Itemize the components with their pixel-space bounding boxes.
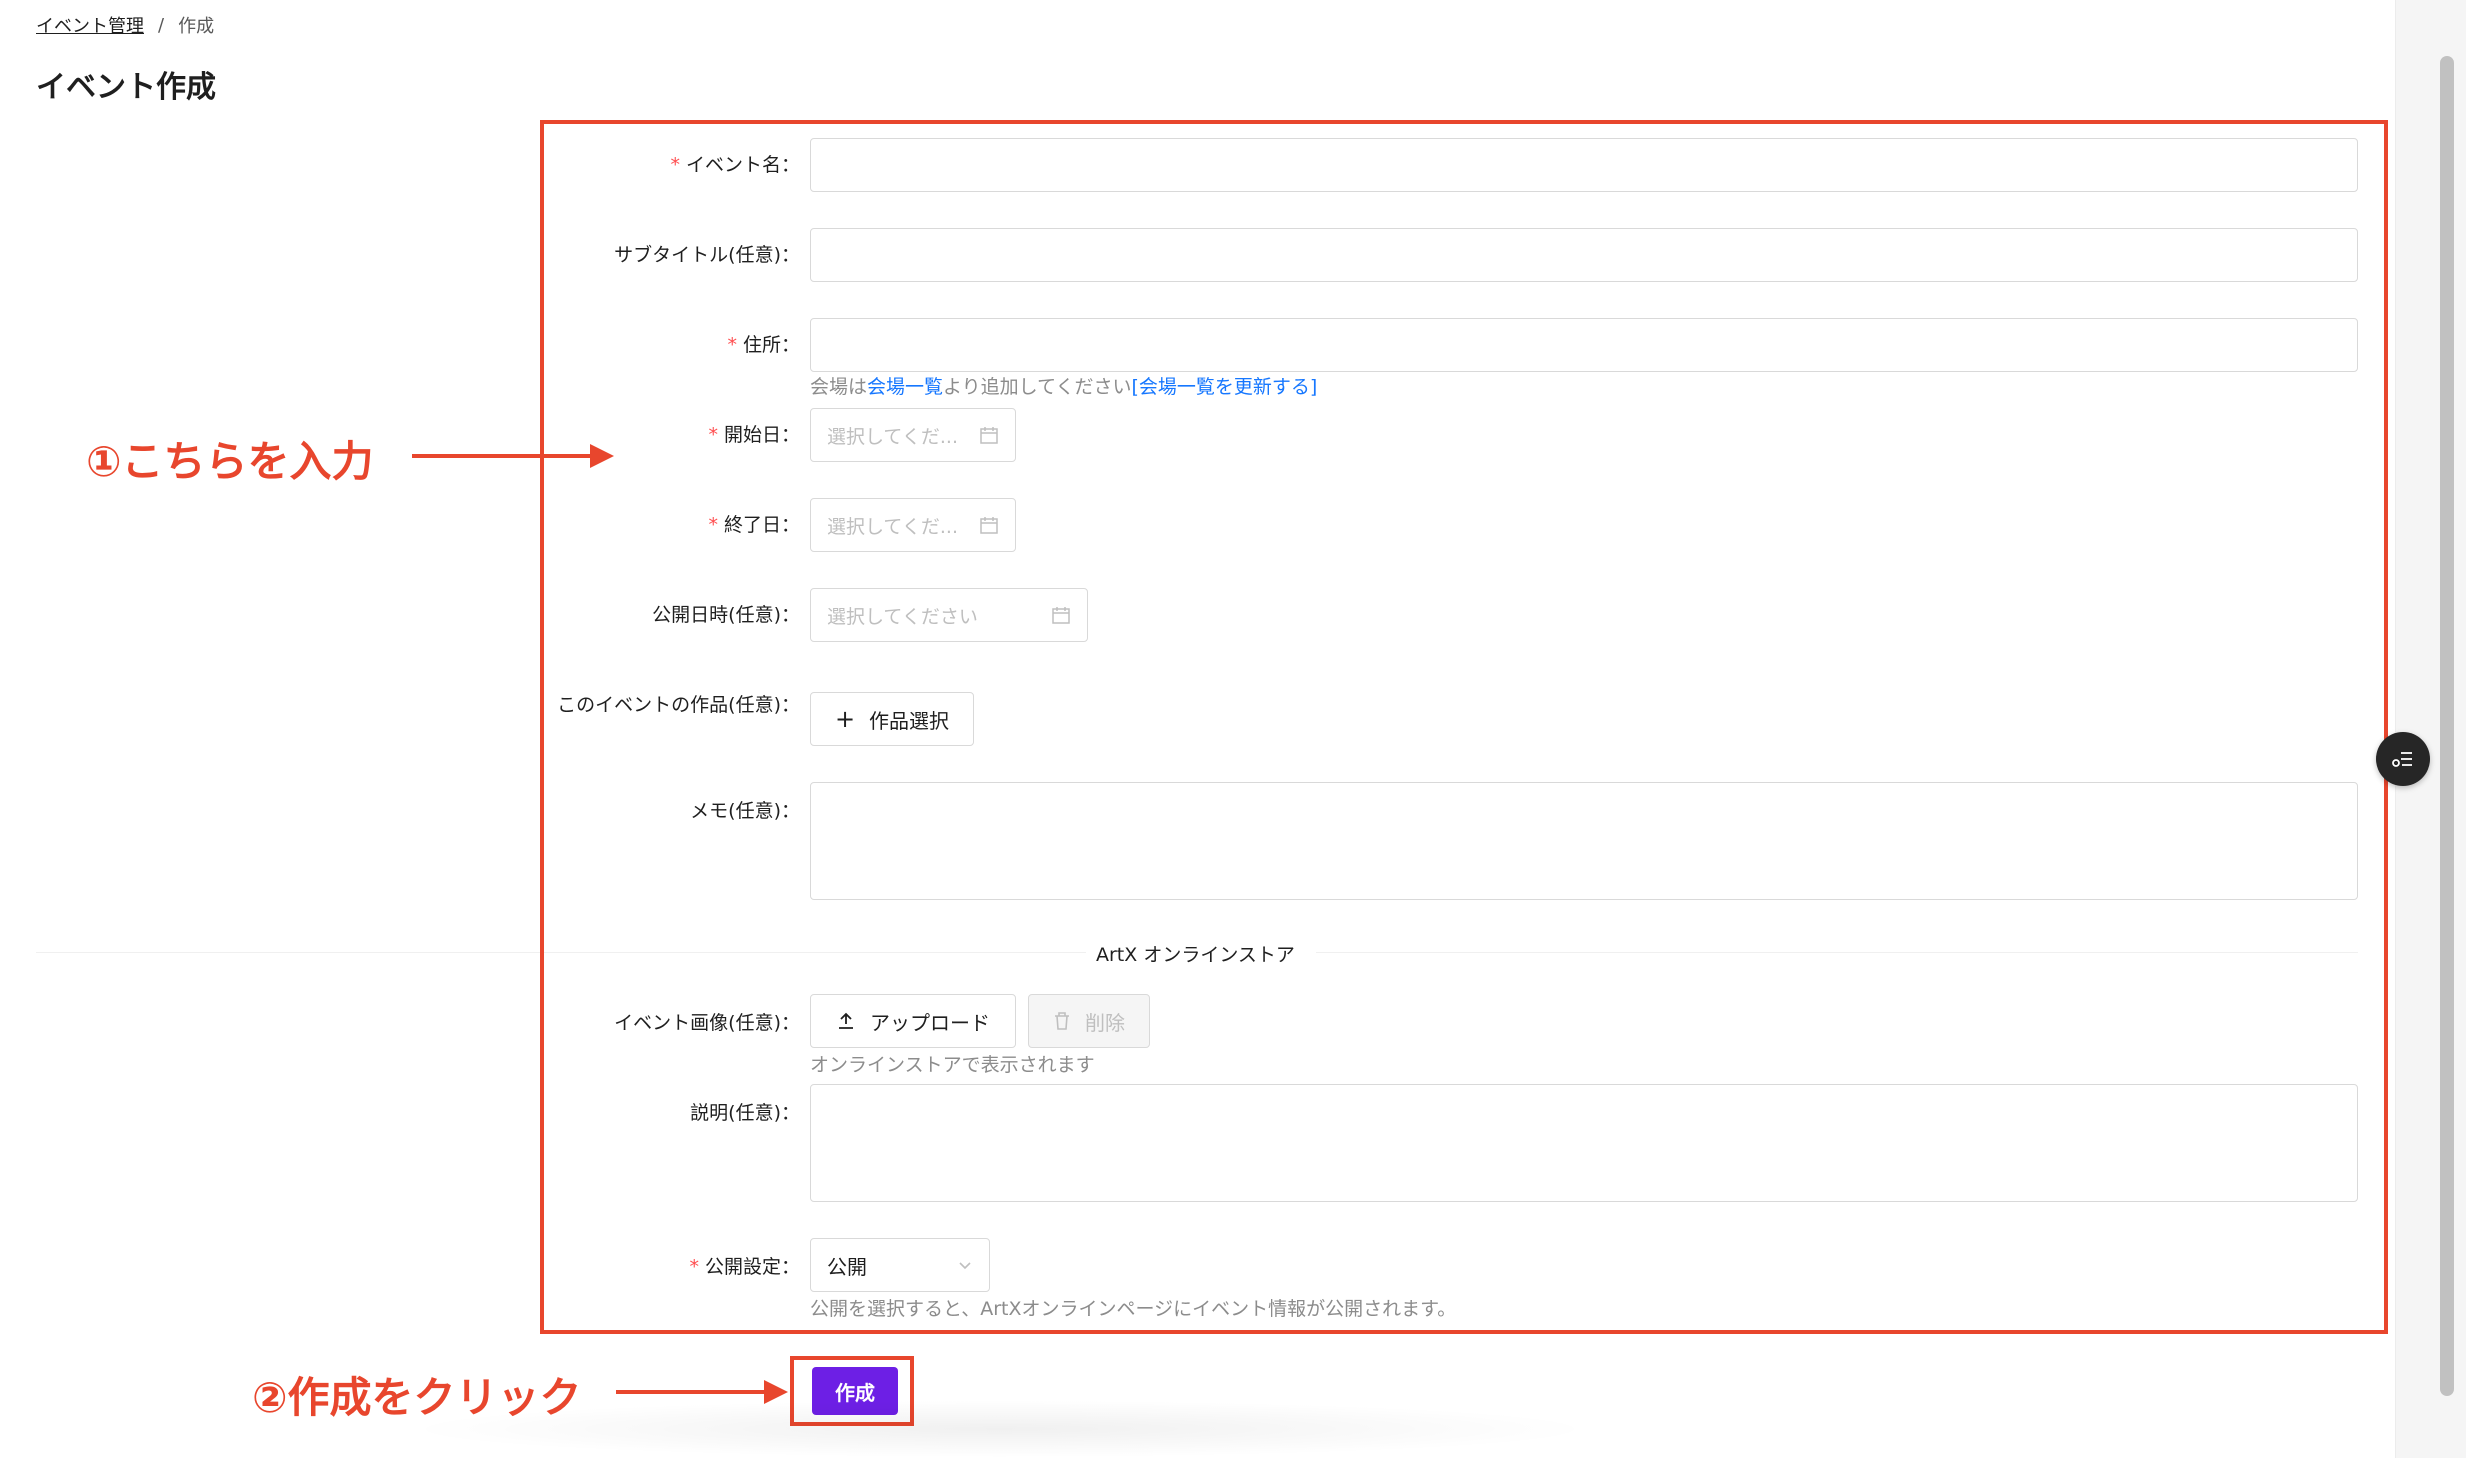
annotation-arrow2-line [616,1390,766,1394]
annotation-arrow1-head [590,444,614,468]
breadcrumb-link-event-management[interactable]: イベント管理 [36,12,144,38]
breadcrumb-separator: / [158,14,165,36]
scrollbar-thumb[interactable] [2440,56,2454,1396]
scrollbar-track[interactable] [2395,0,2466,1458]
annotation-step1: ①こちらを入力 [86,437,374,486]
bottom-shadow [400,1400,1600,1458]
breadcrumb-current: 作成 [178,16,215,37]
breadcrumb: イベント管理 / 作成 [36,12,214,38]
list-icon [2392,752,2412,767]
annotation-form-highlight [540,120,2388,1334]
annotation-arrow1-line [412,454,592,458]
page: イベント管理 / 作成 イベント作成 * イベント名： サブタイトル(任意)： *… [0,0,2466,1458]
page-title: イベント作成 [36,70,216,105]
floating-menu-button[interactable] [2376,732,2430,786]
